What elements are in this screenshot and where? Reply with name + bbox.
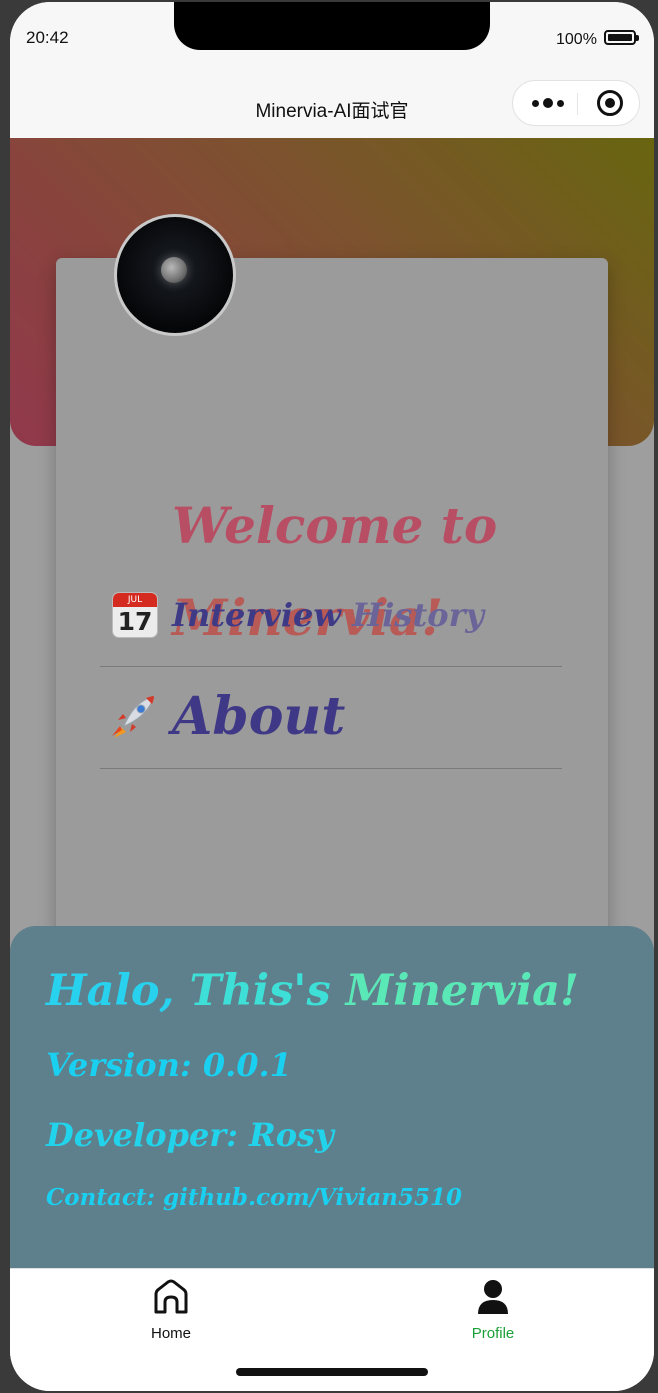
rocket-icon bbox=[112, 695, 155, 738]
history-word-2: History bbox=[352, 596, 485, 634]
screen: 20:42 100% Minervia-AI面试官 Welcome to Min… bbox=[10, 2, 654, 1391]
more-icon[interactable] bbox=[529, 91, 567, 115]
welcome-line-1: Welcome to bbox=[172, 496, 498, 555]
about-title-part-1: Halo, bbox=[46, 966, 175, 1016]
notch bbox=[174, 2, 490, 50]
about-panel: Halo, This's Minervia! Version: 0.0.1 De… bbox=[10, 926, 654, 1268]
capsule-divider bbox=[577, 93, 578, 115]
moon-image bbox=[161, 257, 187, 283]
home-icon bbox=[154, 1279, 188, 1314]
tab-home-label: Home bbox=[150, 1325, 191, 1342]
tab-profile[interactable]: Profile bbox=[433, 1277, 553, 1342]
status-time: 20:42 bbox=[26, 28, 69, 47]
developer-text: Developer: Rosy bbox=[46, 1116, 334, 1154]
tab-home[interactable]: Home bbox=[111, 1277, 231, 1342]
contact-text: Contact: github.com/Vivian5510 bbox=[46, 1184, 462, 1211]
menu-item-interview-history[interactable]: JUL 17 Interview History bbox=[100, 578, 562, 667]
battery-percentage: 100% bbox=[556, 31, 597, 48]
version-text: Version: 0.0.1 bbox=[46, 1046, 292, 1084]
about-title-part-3: Minervia! bbox=[345, 966, 579, 1016]
phone-frame: 20:42 100% Minervia-AI面试官 Welcome to Min… bbox=[0, 0, 658, 1393]
battery-icon bbox=[604, 30, 639, 45]
person-icon bbox=[478, 1280, 508, 1314]
calendar-month: JUL bbox=[113, 593, 157, 607]
tab-profile-label: Profile bbox=[471, 1325, 515, 1342]
about-title: Halo, This's Minervia! bbox=[46, 966, 579, 1016]
menu-item-about[interactable]: About bbox=[100, 668, 562, 769]
menu-item-label: About bbox=[172, 686, 346, 747]
close-target-icon[interactable] bbox=[597, 90, 623, 116]
mini-program-capsule bbox=[512, 80, 640, 126]
menu-item-label: Interview History bbox=[172, 596, 484, 634]
about-title-part-2: This's bbox=[189, 966, 331, 1016]
history-word-1: Interview bbox=[172, 596, 341, 634]
navigation-bar: Minervia-AI面试官 bbox=[10, 74, 654, 138]
calendar-icon: JUL 17 bbox=[112, 592, 158, 638]
avatar[interactable] bbox=[114, 214, 236, 336]
calendar-day: 17 bbox=[117, 607, 153, 636]
content-area: Welcome to Minervia! JUL 17 Interview Hi… bbox=[10, 138, 654, 1268]
home-indicator bbox=[236, 1368, 428, 1376]
